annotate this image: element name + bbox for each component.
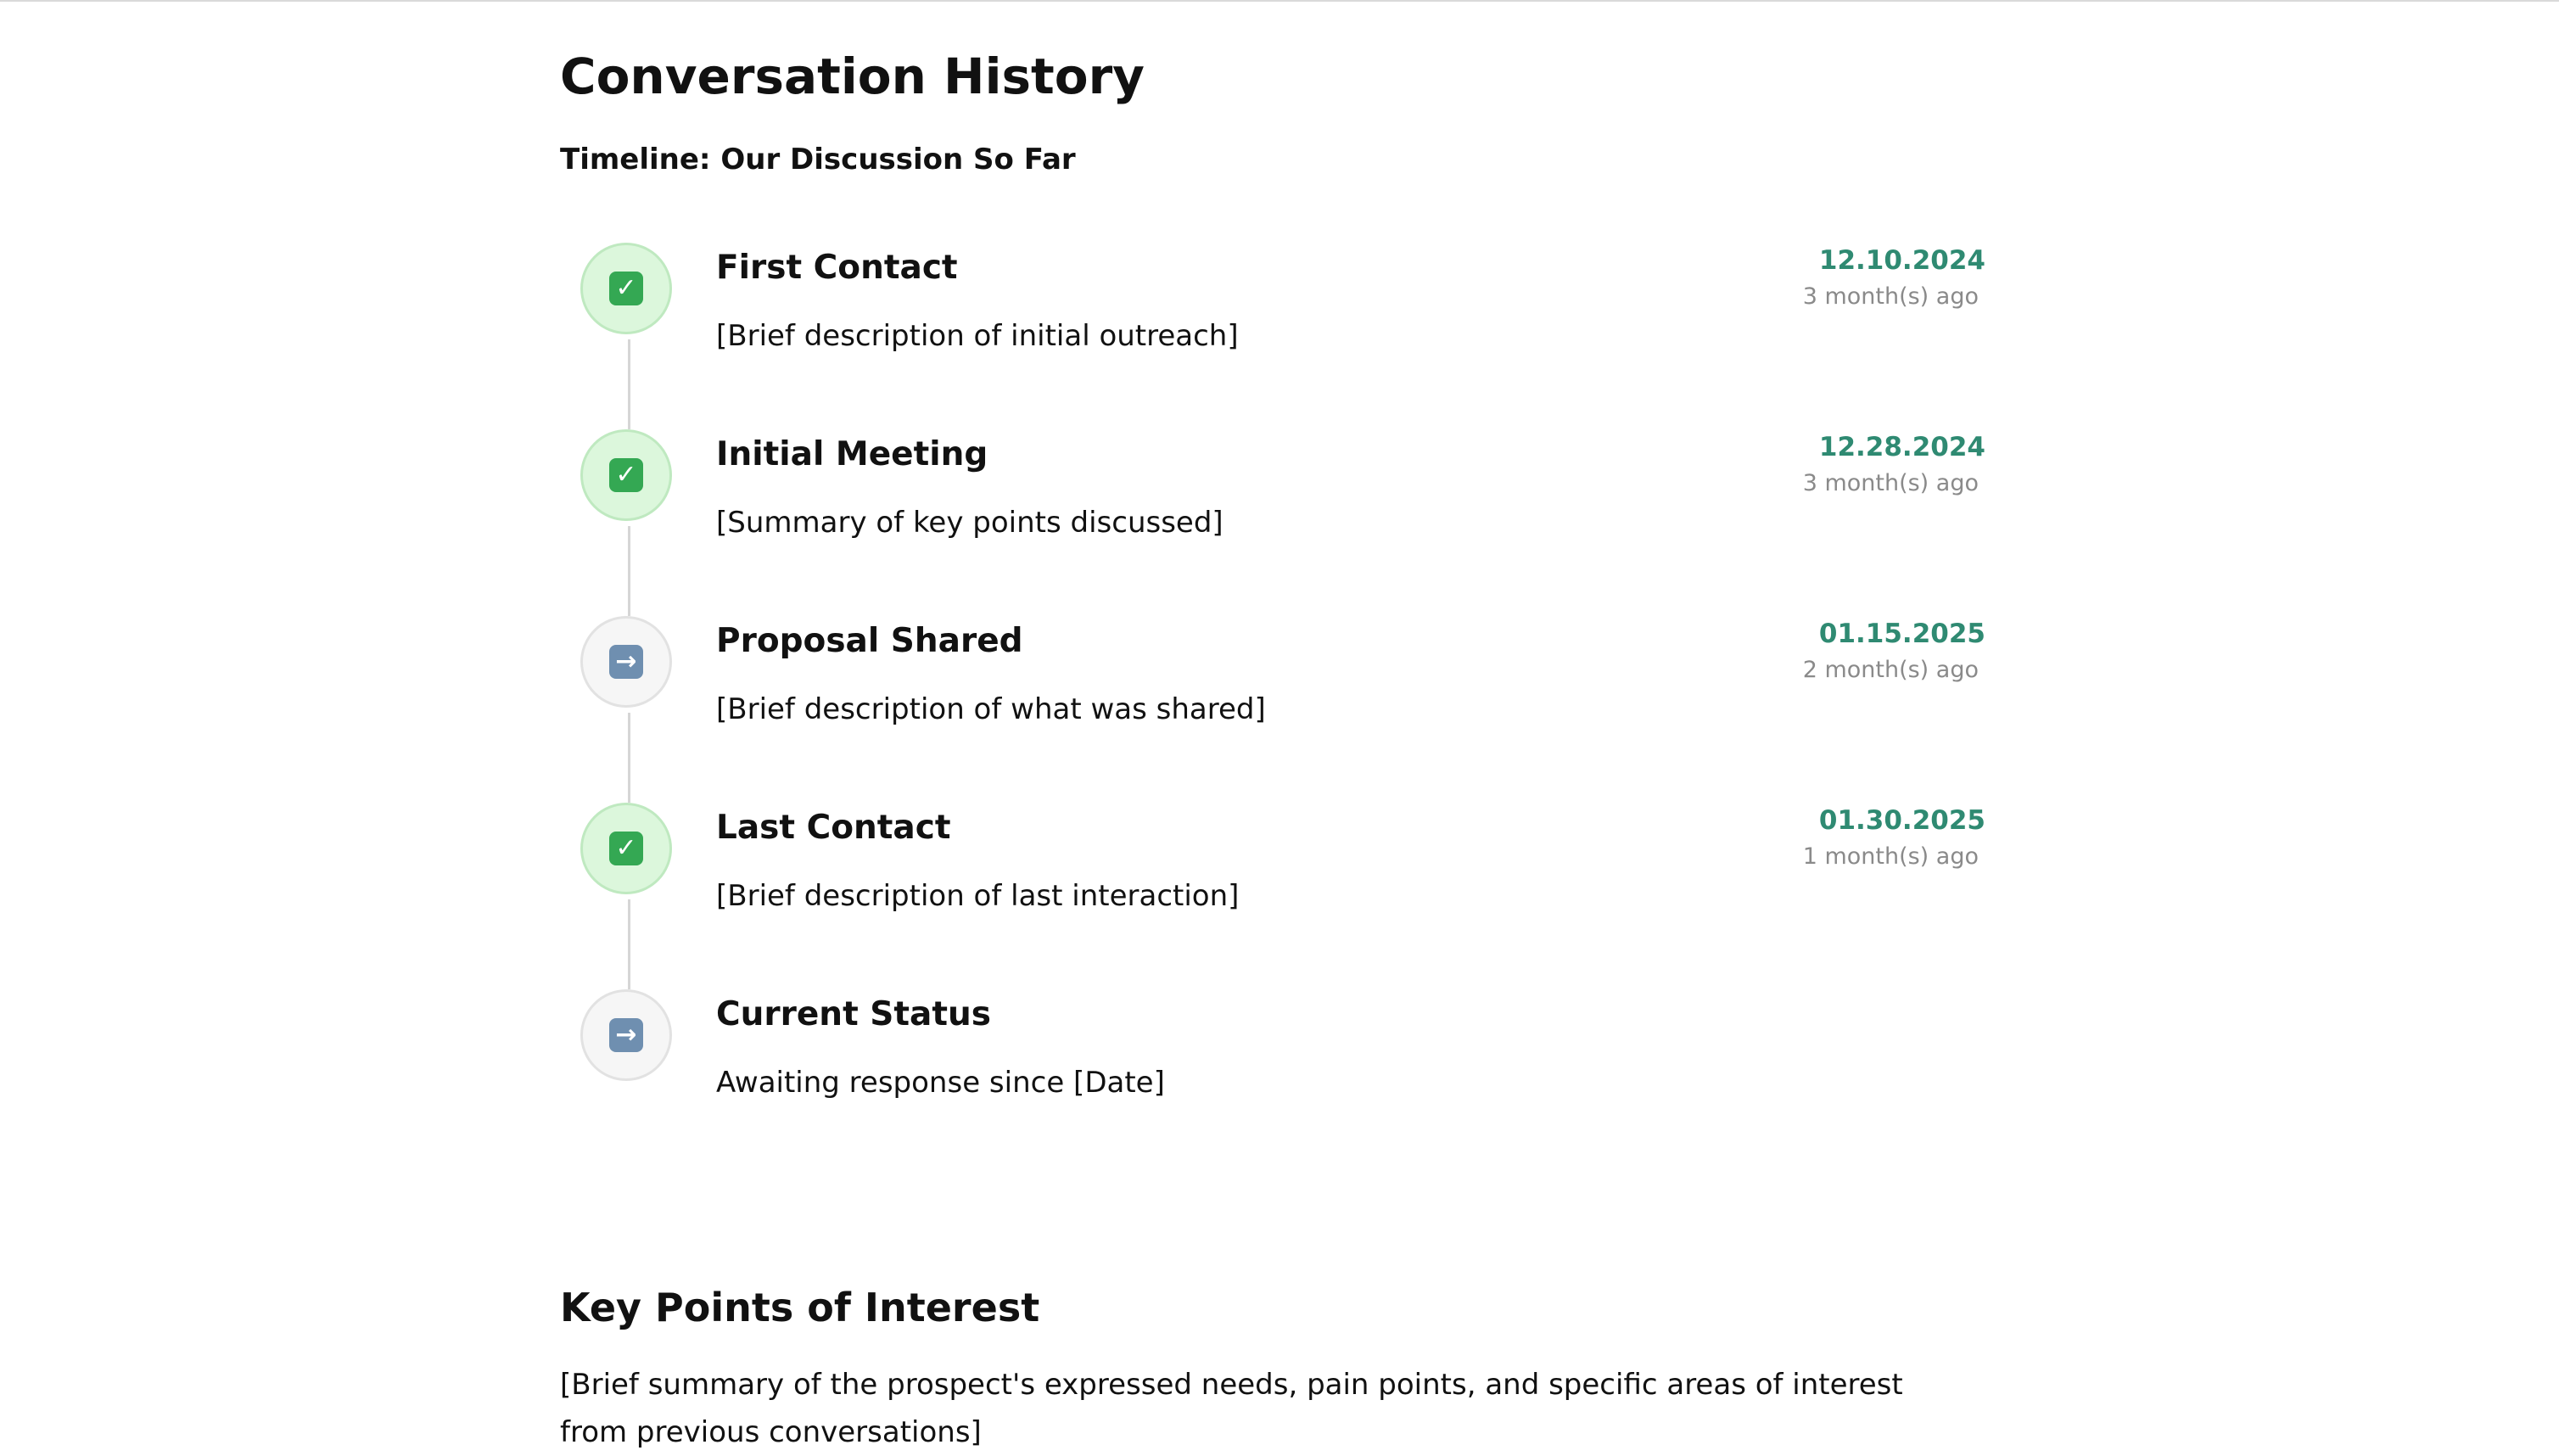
status-circle: ✓ [580,429,672,521]
timeline-item-date: 12.28.2024 [1818,432,1985,462]
key-points-body: [Brief summary of the prospect's express… [560,1368,1903,1449]
timeline-item-initial-meeting: ✓ Initial Meeting [Summary of key points… [560,429,1985,616]
timeline-item-description: Awaiting response since [Date] [716,1066,1165,1100]
timeline-heading: Timeline: Our Discussion So Far [560,143,1076,176]
check-mark-icon: ✓ [609,458,643,492]
timeline-connector [628,526,630,616]
timeline-item-proposal-shared: → Proposal Shared [Brief description of … [560,616,1985,803]
timeline-connector [628,339,630,429]
timeline-item-title: First Contact [716,249,958,287]
timeline-item-relative-time: 3 month(s) ago [1802,283,1979,310]
timeline-item-date: 01.15.2025 [1818,619,1985,649]
status-circle: → [580,616,672,708]
timeline-item-description: [Brief description of what was shared] [716,692,1266,726]
timeline-item-date: 12.10.2024 [1818,245,1985,276]
timeline-item-current-status: → Current Status Awaiting response since… [560,989,1985,1176]
timeline-item-description: [Summary of key points discussed] [716,506,1224,540]
timeline: ✓ First Contact [Brief description of in… [560,243,1985,1100]
timeline-item-title: Current Status [716,995,991,1033]
check-mark-icon: ✓ [609,832,643,865]
timeline-item-first-contact: ✓ First Contact [Brief description of in… [560,243,1985,429]
timeline-item-description: [Brief description of last interaction] [716,879,1240,913]
top-divider [0,0,2559,2]
status-circle: ✓ [580,243,672,334]
right-arrow-icon: → [609,1018,643,1052]
timeline-item-date: 01.30.2025 [1818,805,1985,836]
page-title: Conversation History [560,48,1145,105]
check-mark-icon: ✓ [609,272,643,305]
timeline-item-title: Last Contact [716,809,951,847]
timeline-connector [628,899,630,989]
status-circle: ✓ [580,803,672,894]
timeline-item-relative-time: 1 month(s) ago [1802,843,1979,870]
timeline-item-relative-time: 3 month(s) ago [1802,470,1979,496]
timeline-item-title: Proposal Shared [716,622,1023,660]
right-arrow-icon: → [609,645,643,679]
timeline-connector [628,713,630,803]
timeline-item-last-contact: ✓ Last Contact [Brief description of las… [560,803,1985,989]
timeline-item-description: [Brief description of initial outreach] [716,319,1239,353]
timeline-item-relative-time: 2 month(s) ago [1802,657,1979,683]
status-circle: → [580,989,672,1081]
timeline-item-title: Initial Meeting [716,435,988,473]
key-points-heading: Key Points of Interest [560,1285,1040,1330]
